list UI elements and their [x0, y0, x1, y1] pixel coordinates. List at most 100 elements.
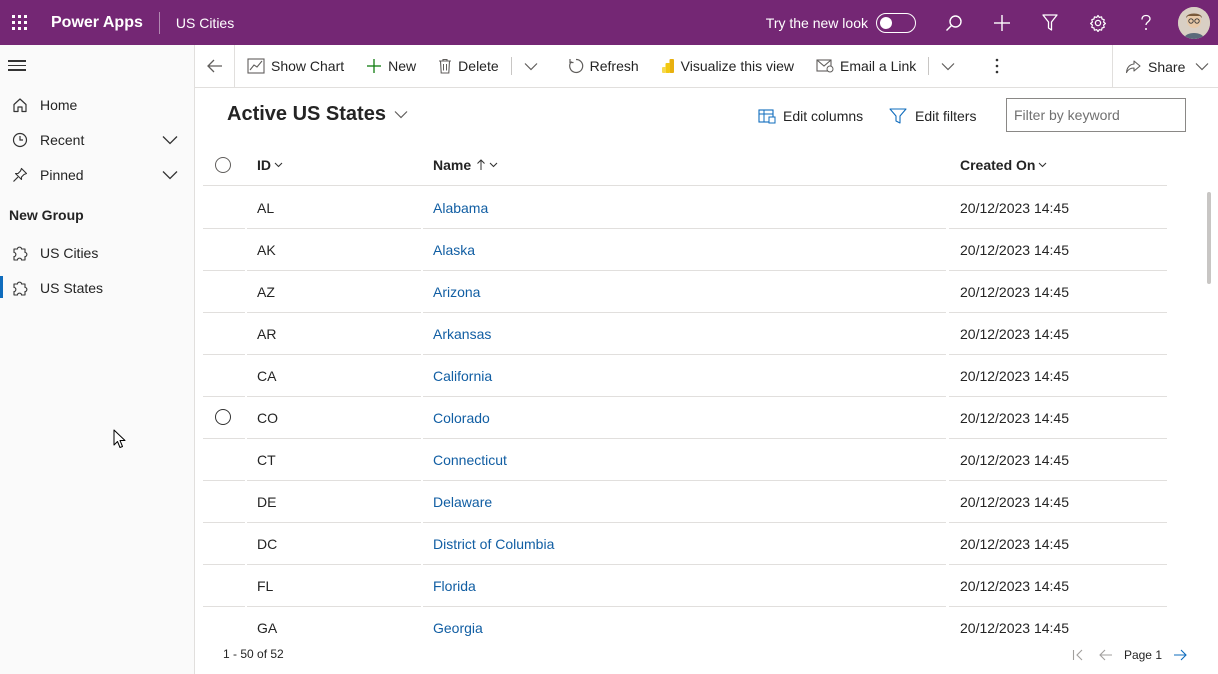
nav-item-pinned[interactable]: Pinned — [0, 157, 195, 192]
cell-name: Florida — [433, 565, 476, 606]
nav-group-title: New Group — [9, 207, 84, 223]
try-new-look-label: Try the new look — [765, 14, 868, 31]
table-row[interactable]: AR Arkansas 20/12/2023 14:45 — [203, 313, 1167, 355]
new-button-header[interactable] — [978, 0, 1026, 45]
more-commands-button[interactable] — [987, 45, 1013, 88]
try-new-look-toggle[interactable] — [876, 12, 916, 33]
record-link[interactable]: California — [433, 368, 492, 384]
visualize-view-button[interactable]: Visualize this view — [653, 45, 802, 88]
nav-item-home[interactable]: Home — [0, 87, 195, 122]
record-link[interactable]: District of Columbia — [433, 536, 554, 552]
search-button[interactable] — [930, 0, 978, 45]
record-link[interactable]: Arkansas — [433, 326, 491, 342]
table-row[interactable]: CA California 20/12/2023 14:45 — [203, 355, 1167, 397]
first-page-button[interactable] — [1064, 643, 1092, 667]
delete-more-dropdown[interactable] — [516, 45, 552, 88]
page-label: Page 1 — [1123, 648, 1162, 662]
edit-columns-button[interactable]: Edit columns — [758, 100, 863, 132]
table-row[interactable]: CT Connecticut 20/12/2023 14:45 — [203, 439, 1167, 481]
grid-scrollbar[interactable] — [1207, 192, 1211, 284]
trash-icon — [439, 58, 452, 74]
next-page-button[interactable] — [1166, 643, 1194, 667]
delete-label: Delete — [458, 58, 499, 74]
settings-button[interactable] — [1074, 0, 1122, 45]
row-select-checkbox[interactable] — [215, 409, 231, 425]
select-all-checkbox[interactable] — [215, 145, 231, 185]
column-header-name[interactable]: Name — [433, 145, 498, 185]
refresh-button[interactable]: Refresh — [560, 45, 647, 88]
cell-name: California — [433, 355, 492, 396]
nav-item-label: Home — [40, 96, 78, 113]
previous-page-button[interactable] — [1092, 643, 1120, 667]
refresh-label: Refresh — [589, 58, 639, 74]
show-chart-button[interactable]: Show Chart — [239, 45, 352, 88]
back-arrow-icon — [206, 59, 222, 73]
app-launcher-button[interactable] — [0, 0, 38, 45]
app-title[interactable]: US Cities — [176, 15, 234, 31]
edit-filters-label: Edit filters — [915, 108, 977, 124]
first-page-icon — [1072, 649, 1083, 661]
nav-item-us-cities[interactable]: US Cities — [0, 235, 195, 270]
chevron-down-icon — [941, 62, 955, 70]
column-header-label: Name — [433, 157, 472, 173]
clock-icon — [0, 132, 40, 148]
cell-id: FL — [257, 577, 274, 594]
cell-id: DC — [257, 535, 278, 552]
nav-item-recent[interactable]: Recent — [0, 122, 195, 157]
table-row[interactable]: DE Delaware 20/12/2023 14:45 — [203, 481, 1167, 523]
share-button[interactable]: Share — [1112, 45, 1218, 88]
table-row[interactable]: CO Colorado 20/12/2023 14:45 — [203, 397, 1167, 439]
chevron-down-icon[interactable] — [155, 170, 185, 180]
advanced-filter-button[interactable] — [1026, 0, 1074, 45]
email-link-button[interactable]: Email a Link — [808, 45, 924, 88]
column-header-created-on[interactable]: Created On — [960, 145, 1047, 185]
cell-created-on: 20/12/2023 14:45 — [960, 325, 1069, 342]
cell-created-on: 20/12/2023 14:45 — [960, 241, 1069, 258]
delete-button[interactable]: Delete — [430, 45, 506, 88]
edit-filters-button[interactable]: Edit filters — [889, 100, 976, 132]
mouse-cursor-icon — [113, 429, 126, 448]
table-row[interactable]: AL Alabama 20/12/2023 14:45 — [203, 187, 1167, 229]
back-button[interactable] — [195, 44, 235, 88]
puzzle-icon — [0, 245, 40, 261]
site-map-nav: Home Recent Pinned New Group US Cities U… — [0, 45, 195, 674]
chevron-down-icon — [489, 162, 498, 168]
power-bi-icon — [661, 59, 674, 73]
cell-id: CT — [257, 451, 276, 468]
puzzle-icon — [0, 280, 40, 296]
nav-item-us-states[interactable]: US States — [0, 270, 195, 305]
email-more-dropdown[interactable] — [933, 45, 969, 88]
view-selector[interactable]: Active US States — [227, 103, 408, 126]
table-row[interactable]: AK Alaska 20/12/2023 14:45 — [203, 229, 1167, 271]
record-link[interactable]: Delaware — [433, 494, 492, 510]
hamburger-menu-button[interactable] — [8, 60, 26, 72]
filter-by-keyword-input[interactable] — [1006, 98, 1186, 132]
cell-name: Alabama — [433, 187, 488, 228]
record-link[interactable]: Arizona — [433, 284, 480, 300]
table-row[interactable]: AZ Arizona 20/12/2023 14:45 — [203, 271, 1167, 313]
record-link[interactable]: Alaska — [433, 242, 475, 258]
cell-created-on: 20/12/2023 14:45 — [960, 367, 1069, 384]
record-link[interactable]: Georgia — [433, 620, 483, 636]
app-launcher-icon — [11, 15, 27, 30]
nav-item-label: Pinned — [40, 166, 84, 183]
column-header-id[interactable]: ID — [257, 145, 283, 185]
active-indicator — [0, 276, 3, 298]
sort-ascending-icon — [477, 159, 485, 170]
app-name[interactable]: Power Apps — [51, 14, 143, 32]
record-link[interactable]: Colorado — [433, 410, 490, 426]
cell-created-on: 20/12/2023 14:45 — [960, 577, 1069, 594]
new-button[interactable]: New — [358, 45, 424, 88]
refresh-icon — [568, 58, 583, 74]
chevron-down-icon[interactable] — [155, 135, 185, 145]
add-icon — [994, 14, 1010, 31]
view-title: Active US States — [227, 103, 386, 125]
help-button[interactable] — [1122, 0, 1170, 45]
table-row[interactable]: DC District of Columbia 20/12/2023 14:45 — [203, 523, 1167, 565]
record-link[interactable]: Alabama — [433, 200, 488, 216]
chevron-down-icon — [394, 111, 408, 119]
user-avatar[interactable] — [1178, 6, 1210, 39]
record-link[interactable]: Florida — [433, 578, 476, 594]
table-row[interactable]: FL Florida 20/12/2023 14:45 — [203, 565, 1167, 607]
record-link[interactable]: Connecticut — [433, 452, 507, 468]
